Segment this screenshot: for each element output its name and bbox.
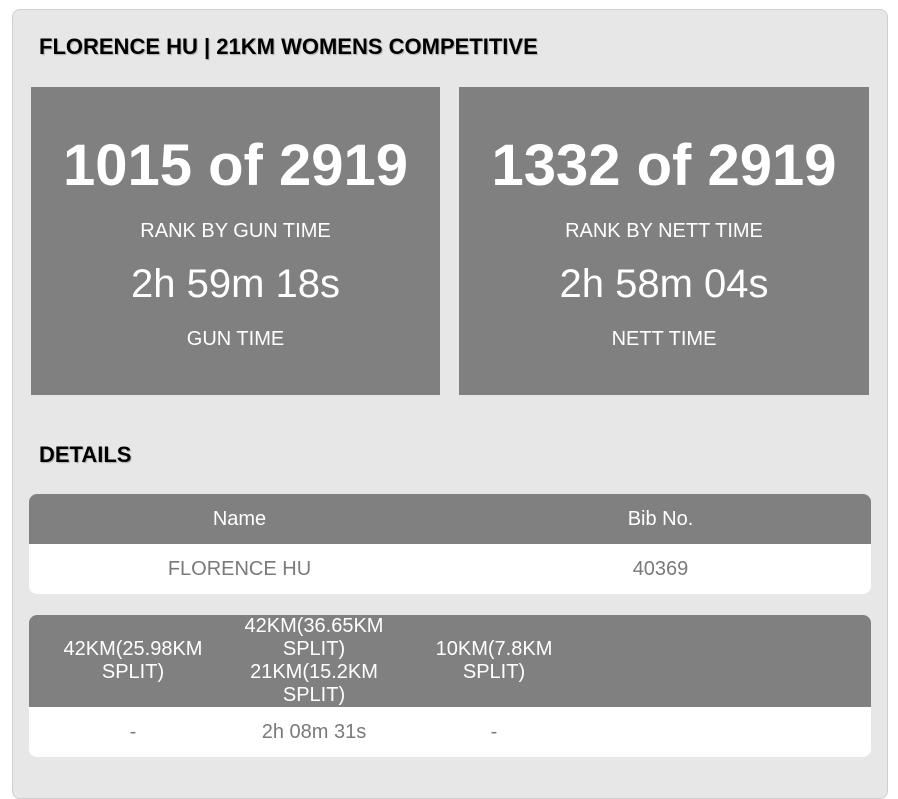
split-header-10km-7-8: 10KM(7.8KM SPLIT) (435, 638, 553, 683)
table-row: FLORENCE HU 40369 (29, 544, 871, 594)
gun-time-value: 2h 59m 18s (130, 262, 341, 306)
page-title: FLORENCE HU | 21KM WOMENS COMPETITIVE (39, 34, 538, 59)
results-card: FLORENCE HU | 21KM WOMENS COMPETITIVE 10… (12, 9, 888, 799)
nett-rank-value: 1332 of 2919 (491, 133, 837, 198)
split-column-header: 42KM(36.65KM SPLIT) 21KM(15.2KM SPLIT) (224, 615, 404, 707)
split-column-header: 10KM(7.8KM SPLIT) (404, 615, 584, 707)
nett-rank-label: RANK BY NETT TIME (565, 220, 763, 242)
runner-name-cell: FLORENCE HU (167, 557, 312, 580)
split-header-42km-25-98: 42KM(25.98KM SPLIT) (63, 638, 203, 683)
gun-time-stat-box: 1015 of 2919 RANK BY GUN TIME 2h 59m 18s… (31, 87, 440, 395)
nett-time-label: NETT TIME (611, 328, 717, 350)
split-column-header: 42KM(25.98KM SPLIT) (43, 615, 223, 707)
split-value-cell: - (129, 720, 137, 743)
table-header-row: Name Bib No. (29, 494, 871, 544)
gun-time-label: GUN TIME (186, 328, 285, 350)
split-value-cell: 2h 08m 31s (261, 720, 367, 743)
bib-number-cell: 40369 (632, 557, 689, 580)
split-header-42km-36-65: 42KM(36.65KM SPLIT) (244, 615, 384, 660)
splits-table: 42KM(25.98KM SPLIT) 42KM(36.65KM SPLIT) … (29, 615, 871, 757)
split-value-cell: - (490, 720, 498, 743)
gun-rank-value: 1015 of 2919 (62, 133, 409, 198)
table-row: - 2h 08m 31s - (29, 707, 871, 757)
runner-info-table: Name Bib No. FLORENCE HU 40369 (29, 494, 871, 594)
nett-time-stat-box: 1332 of 2919 RANK BY NETT TIME 2h 58m 04… (459, 87, 869, 395)
splits-header-row: 42KM(25.98KM SPLIT) 42KM(36.65KM SPLIT) … (29, 615, 871, 707)
split-header-21km-15-2: 21KM(15.2KM SPLIT) (250, 661, 378, 706)
gun-rank-label: RANK BY GUN TIME (140, 220, 331, 242)
details-heading: DETAILS (39, 442, 132, 467)
bib-column-header: Bib No. (627, 507, 694, 530)
name-column-header: Name (212, 507, 267, 530)
nett-time-value: 2h 58m 04s (559, 262, 769, 306)
